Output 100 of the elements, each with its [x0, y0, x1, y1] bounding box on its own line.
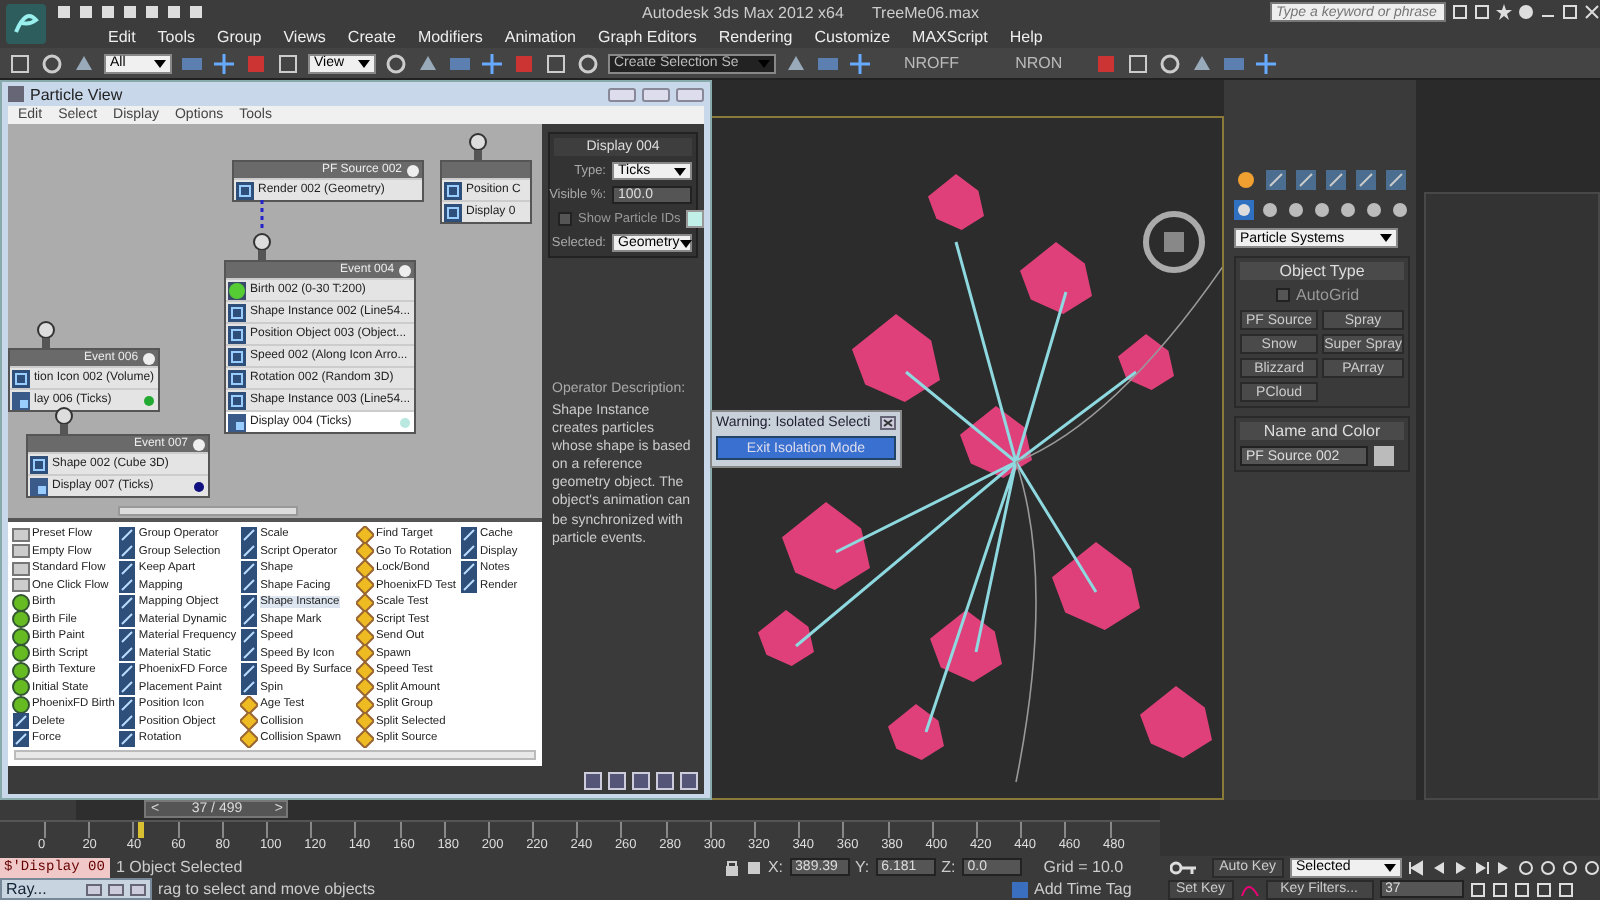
operator-icon: [460, 559, 479, 578]
menu-item[interactable]: Group: [216, 27, 262, 45]
input-socket-icon[interactable]: [468, 132, 488, 160]
operator-icon: [240, 525, 259, 544]
menu-item[interactable]: Views: [283, 27, 326, 45]
navigation-ring-icon[interactable]: [1142, 210, 1206, 274]
menu-item[interactable]: Help: [1009, 27, 1043, 45]
panel-tab-icon[interactable]: [1324, 168, 1348, 192]
menu-item[interactable]: Create: [347, 27, 396, 45]
close-icon[interactable]: [880, 416, 896, 430]
toolbar-button[interactable]: NROFF: [904, 54, 960, 72]
operator-icon: [118, 576, 137, 595]
minimized-window[interactable]: Ray...: [0, 878, 152, 900]
operator-icon: [240, 661, 259, 680]
tool-icon[interactable]: [384, 51, 408, 75]
dropdown-arrow-icon: [358, 59, 370, 67]
panel-tab-icon[interactable]: [1264, 168, 1288, 192]
menu-item[interactable]: Graph Editors: [597, 27, 697, 45]
app-icon: [8, 86, 24, 102]
operator-icon: [460, 542, 479, 561]
panel-tab-icon[interactable]: [1294, 168, 1318, 192]
tool-icon[interactable]: [848, 51, 872, 75]
playback-icon[interactable]: [1474, 859, 1490, 875]
coordinate-label: Y:: [855, 858, 870, 876]
operator-icon: [240, 627, 259, 646]
menu-item[interactable]: MAXScript: [912, 27, 988, 45]
node-toggle-icon[interactable]: [406, 163, 420, 177]
node-toggle-icon[interactable]: [398, 263, 413, 277]
menu-item[interactable]: Customize: [814, 27, 891, 45]
operator-icon: [12, 729, 30, 748]
dropdown-arrow-icon: [758, 59, 770, 67]
dropdown-arrow-icon: [154, 59, 166, 67]
operator-icon: [460, 576, 479, 595]
menu-item[interactable]: Rendering: [718, 27, 793, 45]
panel-tab-icon[interactable]: [1234, 168, 1258, 192]
operator-icon: [118, 644, 137, 663]
rollout-header[interactable]: Name and Color: [1240, 422, 1404, 440]
transform-mode-icon[interactable]: [745, 859, 762, 875]
operator-icon: [118, 593, 137, 612]
tool-icon[interactable]: [276, 51, 300, 75]
dropdown-arrow-icon: [1384, 863, 1396, 871]
dropdown-arrow-icon: [1380, 234, 1392, 242]
operator-icon: [12, 712, 30, 731]
operator-icon: [460, 525, 479, 544]
input-socket-icon[interactable]: [36, 320, 56, 348]
tool-icon[interactable]: [1126, 51, 1151, 75]
menu-item[interactable]: Animation: [504, 27, 576, 45]
scrollbar[interactable]: [118, 506, 298, 516]
operator-icon: [236, 181, 254, 199]
selection-info: 1 Object Selected: [116, 858, 245, 876]
scrollbar[interactable]: [14, 750, 536, 760]
tool-icon[interactable]: [8, 51, 32, 75]
operator-icon: [240, 576, 259, 595]
rollout-header[interactable]: Object Type: [1240, 262, 1404, 280]
color-swatch[interactable]: [1374, 446, 1394, 466]
operator-icon: [240, 610, 259, 629]
app-logo-icon[interactable]: [4, 2, 48, 46]
playback-icon[interactable]: [1408, 859, 1424, 875]
operator-icon: [228, 413, 246, 431]
color-swatch[interactable]: [686, 210, 705, 228]
operator-icon: [240, 559, 259, 578]
menu-item[interactable]: Edit: [108, 27, 136, 45]
panel-tab-icon[interactable]: [1384, 168, 1408, 192]
menu-item[interactable]: Modifiers: [417, 27, 483, 45]
checkbox[interactable]: [1276, 288, 1290, 302]
category-icon[interactable]: [1234, 200, 1254, 220]
node-toggle-icon[interactable]: [192, 437, 206, 451]
coordinate-label: Z:: [941, 858, 956, 876]
operator-icon: [118, 542, 137, 561]
menu-item[interactable]: Tools: [157, 27, 195, 45]
panel-tab-icon[interactable]: [1354, 168, 1378, 192]
operator-icon: [240, 644, 259, 663]
tool-icon[interactable]: [480, 51, 504, 75]
operator-icon: [12, 391, 30, 409]
operator-icon: [118, 729, 137, 748]
tool-icon[interactable]: [1254, 51, 1279, 75]
operator-icon: [118, 559, 137, 578]
tool-icon[interactable]: [544, 51, 568, 75]
add-time-tag-button[interactable]: Add Time Tag: [1034, 880, 1162, 898]
lock-icon[interactable]: [723, 859, 740, 875]
flow-canvas[interactable]: [8, 124, 542, 518]
node-toggle-icon[interactable]: [142, 351, 157, 365]
key-icon[interactable]: [1169, 859, 1198, 875]
toolbar-button[interactable]: NRON: [1015, 54, 1063, 72]
input-socket-icon[interactable]: [252, 232, 272, 260]
checkbox[interactable]: [558, 212, 572, 226]
grid-size: Grid = 10.0: [1043, 858, 1124, 876]
input-socket-icon[interactable]: [54, 406, 74, 434]
link-line: [258, 200, 266, 232]
tool-icon[interactable]: [40, 51, 64, 75]
star-icon[interactable]: [1496, 4, 1512, 20]
tool-icon[interactable]: [212, 51, 236, 75]
tool-icon[interactable]: [1158, 51, 1183, 75]
birth-icon: [228, 281, 246, 299]
operator-icon: [118, 525, 137, 544]
tool-icon[interactable]: [576, 51, 600, 75]
curve-icon[interactable]: [1239, 881, 1260, 897]
operator-icon: [240, 542, 259, 561]
operator-icon: [30, 455, 48, 473]
checkbox-label: AutoGrid: [1296, 286, 1360, 304]
